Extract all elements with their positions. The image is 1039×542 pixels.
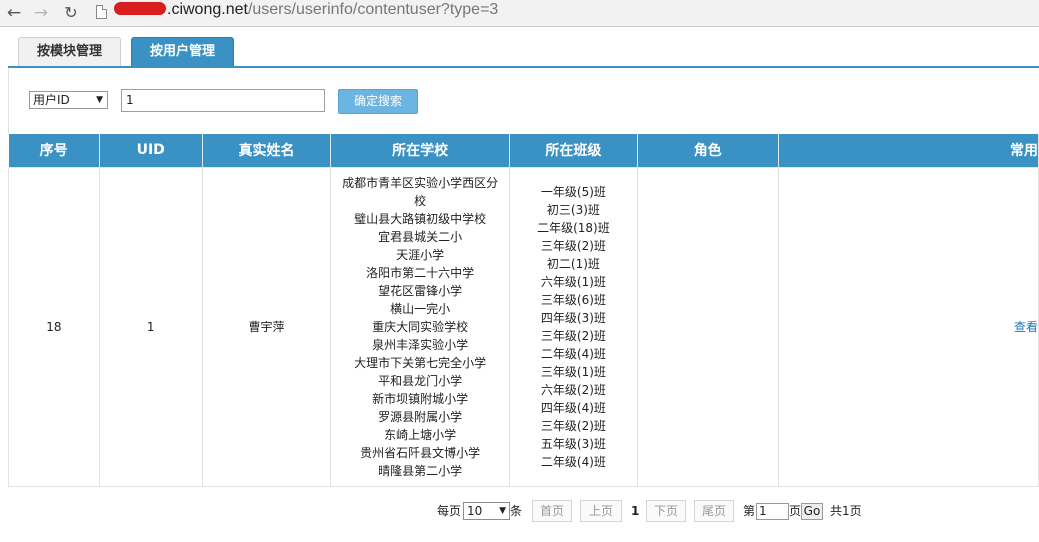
- class-item: 六年级(1)班: [540, 274, 606, 289]
- school-item: 泉州丰泽实验小学: [372, 337, 469, 352]
- address-bar[interactable]: .ciwong.net/users/userinfo/contentuser?t…: [114, 0, 498, 22]
- user-table: 序号 UID 真实姓名 所在学校 所在班级 角色 常用 18 1 曹宇萍 成都市…: [8, 134, 1039, 487]
- goto-prefix: 第: [743, 504, 756, 518]
- go-button[interactable]: Go: [801, 503, 823, 520]
- class-item: 四年级(4)班: [540, 400, 606, 415]
- cell-role: [636, 166, 779, 487]
- next-page-button[interactable]: 下页: [646, 500, 686, 522]
- first-page-button[interactable]: 首页: [532, 500, 572, 522]
- goto-page-input[interactable]: 1: [756, 503, 789, 520]
- header-role: 角色: [637, 134, 779, 167]
- class-item: 三年级(2)班: [540, 238, 606, 253]
- browser-toolbar: ← → ↻ .ciwong.net/users/userinfo/content…: [0, 0, 1039, 27]
- table-header-row: 序号 UID 真实姓名 所在学校 所在班级 角色 常用: [8, 134, 1039, 167]
- class-item: 三年级(2)班: [540, 328, 606, 343]
- school-item: 大理市下关第七完全小学: [354, 355, 487, 370]
- search-input[interactable]: 1: [121, 89, 325, 112]
- cell-index: 18: [8, 166, 100, 487]
- class-item: 一年级(5)班: [540, 184, 606, 199]
- class-item: 四年级(3)班: [540, 310, 606, 325]
- school-item: 望花区雷锋小学: [378, 283, 463, 298]
- view-link[interactable]: 查看: [1014, 320, 1038, 334]
- school-item: 横山一完小: [390, 301, 451, 316]
- cell-classes: 一年级(5)班 初三(3)班 二年级(18)班 三年级(2)班 初二(1)班 六年级(1)…: [508, 166, 638, 487]
- class-item: 三年级(6)班: [540, 292, 606, 307]
- class-item: 初二(1)班: [546, 256, 600, 271]
- class-item: 二年级(4)班: [540, 346, 606, 361]
- school-item: 成都市青羊区实验小学西区分校: [342, 175, 499, 208]
- forward-arrow-icon[interactable]: →: [30, 2, 52, 24]
- total-pages: 共1页: [830, 504, 862, 518]
- school-item: 晴隆县第二小学: [378, 463, 463, 478]
- header-class: 所在班级: [509, 134, 638, 167]
- last-page-button[interactable]: 尾页: [694, 500, 734, 522]
- class-item: 三年级(2)班: [540, 418, 606, 433]
- school-item: 重庆大同实验学校: [372, 319, 469, 334]
- header-index: 序号: [8, 134, 100, 167]
- reload-icon[interactable]: ↻: [60, 2, 82, 24]
- cell-uid: 1: [98, 166, 203, 487]
- school-list: 成都市青羊区实验小学西区分校璧山县大路镇初级中学校 宜君县城关二小 天涯小学洛阳市第…: [339, 174, 501, 480]
- page-icon: [96, 5, 107, 19]
- header-real-name: 真实姓名: [202, 134, 332, 167]
- pagination: 每页 10 ▼ 条 首页 上页 1 下页 尾页 第 1 页 Go 共1页: [437, 500, 867, 522]
- per-page-label: 每页: [437, 504, 462, 518]
- search-button[interactable]: 确定搜索: [338, 89, 418, 114]
- school-item: 罗源县附属小学: [378, 409, 463, 424]
- cell-actions: 查看: [777, 166, 1039, 487]
- url-path: /users/userinfo/contentuser?type=3: [247, 1, 499, 18]
- per-page-unit: 条: [510, 504, 523, 518]
- school-item: 平和县龙门小学: [378, 373, 463, 388]
- prev-page-button[interactable]: 上页: [580, 500, 622, 522]
- school-item: 东崎上塘小学: [384, 427, 457, 442]
- per-page-value: 10: [467, 504, 483, 518]
- per-page-select[interactable]: 10 ▼: [463, 502, 510, 520]
- school-item: 洛阳市第二十六中学: [366, 265, 475, 280]
- header-actions: 常用: [778, 134, 1039, 167]
- school-item: 新市坝镇附城小学: [372, 391, 469, 406]
- search-field-select-value: 用户ID: [33, 93, 70, 107]
- school-item: 宜君县城关二小: [378, 229, 463, 244]
- redaction-mark: [114, 2, 166, 15]
- tab-module-management[interactable]: 按模块管理: [18, 37, 121, 67]
- class-item: 二年级(4)班: [540, 454, 606, 469]
- table-row: 18 1 曹宇萍 成都市青羊区实验小学西区分校璧山县大路镇初级中学校 宜君县城关二…: [8, 166, 1039, 487]
- class-item: 二年级(18)班: [537, 220, 610, 235]
- school-item: 贵州省石阡县文博小学: [360, 445, 481, 460]
- goto-suffix: 页: [789, 504, 802, 518]
- class-item: 初三(3)班: [546, 202, 600, 217]
- dropdown-arrow-icon: ▼: [96, 95, 103, 105]
- school-item: 天涯小学: [396, 247, 445, 262]
- search-field-select[interactable]: 用户ID ▼: [29, 91, 108, 109]
- school-item: 璧山县大路镇初级中学校: [354, 211, 487, 226]
- tab-user-management[interactable]: 按用户管理: [131, 37, 234, 67]
- class-item: 五年级(3)班: [540, 436, 606, 451]
- header-uid: UID: [99, 134, 203, 167]
- current-page: 1: [631, 504, 640, 518]
- class-list: 一年级(5)班 初三(3)班 二年级(18)班 三年级(2)班 初二(1)班 六年级(1)…: [510, 183, 637, 471]
- dropdown-arrow-icon: ▼: [499, 506, 506, 516]
- cell-real-name: 曹宇萍: [201, 166, 332, 487]
- cell-schools: 成都市青羊区实验小学西区分校璧山县大路镇初级中学校 宜君县城关二小 天涯小学洛阳市第…: [330, 166, 510, 487]
- header-school: 所在学校: [330, 134, 510, 167]
- class-item: 三年级(1)班: [540, 364, 606, 379]
- back-arrow-icon[interactable]: ←: [3, 2, 25, 24]
- url-host: .ciwong.net: [167, 1, 248, 18]
- class-item: 六年级(2)班: [540, 382, 606, 397]
